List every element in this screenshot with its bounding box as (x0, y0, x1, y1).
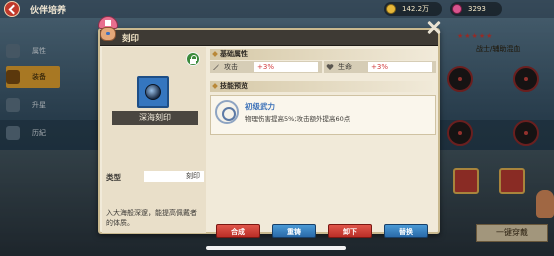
skill-name: 初级武力 (245, 102, 275, 111)
deep-sea-orb-icon (145, 84, 161, 100)
top-bar: 伙伴培养 142.2万 3293 (0, 0, 554, 18)
type-label: 类型 (106, 173, 121, 182)
sword-icon (213, 64, 219, 70)
heart-icon (326, 64, 334, 70)
dialog-title: 刻印 (122, 34, 140, 44)
home-indicator[interactable] (206, 246, 346, 250)
type-value: 刻印 (144, 171, 204, 182)
item-icon-frame (137, 76, 169, 108)
skill-description: 物理伤害提高5%;攻击额外提高60点 (245, 115, 351, 123)
attribute-value: +3% (368, 62, 432, 72)
section-basic-attributes: 基础属性 (210, 49, 436, 60)
back-icon[interactable] (4, 1, 20, 17)
coin-icon (386, 4, 396, 14)
item-info-panel: 深海刻印 类型 刻印 入大海般深邃，能提高佩戴者的体质。 (102, 47, 206, 233)
lock-icon[interactable] (186, 52, 200, 66)
unequip-button[interactable]: 卸下 (328, 224, 372, 238)
attribute-row: 攻击 +3% 生命 +3% (210, 61, 436, 73)
skill-icon (215, 100, 239, 124)
attribute-hp: 生命 +3% (324, 61, 436, 73)
attribute-name: 生命 (338, 63, 352, 71)
close-icon[interactable] (425, 18, 443, 36)
attribute-value: +3% (254, 62, 318, 72)
gem-amount: 3293 (468, 5, 486, 13)
coin-counter: 142.2万 (384, 2, 442, 16)
chopper-avatar-icon (96, 16, 120, 44)
type-row: 类型 刻印 (106, 171, 204, 183)
replace-button[interactable]: 替换 (384, 224, 428, 238)
engraving-dialog: 刻印 深海刻印 类型 刻印 入大海般深邃，能提高佩戴者的体质。 基础属性 攻击 … (98, 16, 440, 238)
gem-counter: 3293 (450, 2, 502, 16)
attribute-attack: 攻击 +3% (210, 61, 322, 73)
action-buttons: 合成 重铸 卸下 替换 (216, 224, 430, 238)
coin-amount: 142.2万 (402, 5, 430, 13)
item-description: 入大海般深邃，能提高佩戴者的体质。 (106, 209, 197, 227)
section-skill-preview: 技能预览 (210, 81, 436, 92)
attribute-name: 攻击 (224, 63, 238, 71)
item-detail-panel: 基础属性 攻击 +3% 生命 +3% 技能预览 初级武力 物理伤害提高5%;攻击… (208, 47, 438, 238)
merge-button[interactable]: 合成 (216, 224, 260, 238)
gem-icon (452, 4, 462, 14)
page-title: 伙伴培养 (30, 6, 67, 16)
dialog-header: 刻印 (98, 16, 438, 46)
recast-button[interactable]: 重铸 (272, 224, 316, 238)
item-name: 深海刻印 (112, 111, 198, 125)
skill-card: 初级武力 物理伤害提高5%;攻击额外提高60点 (210, 95, 436, 135)
